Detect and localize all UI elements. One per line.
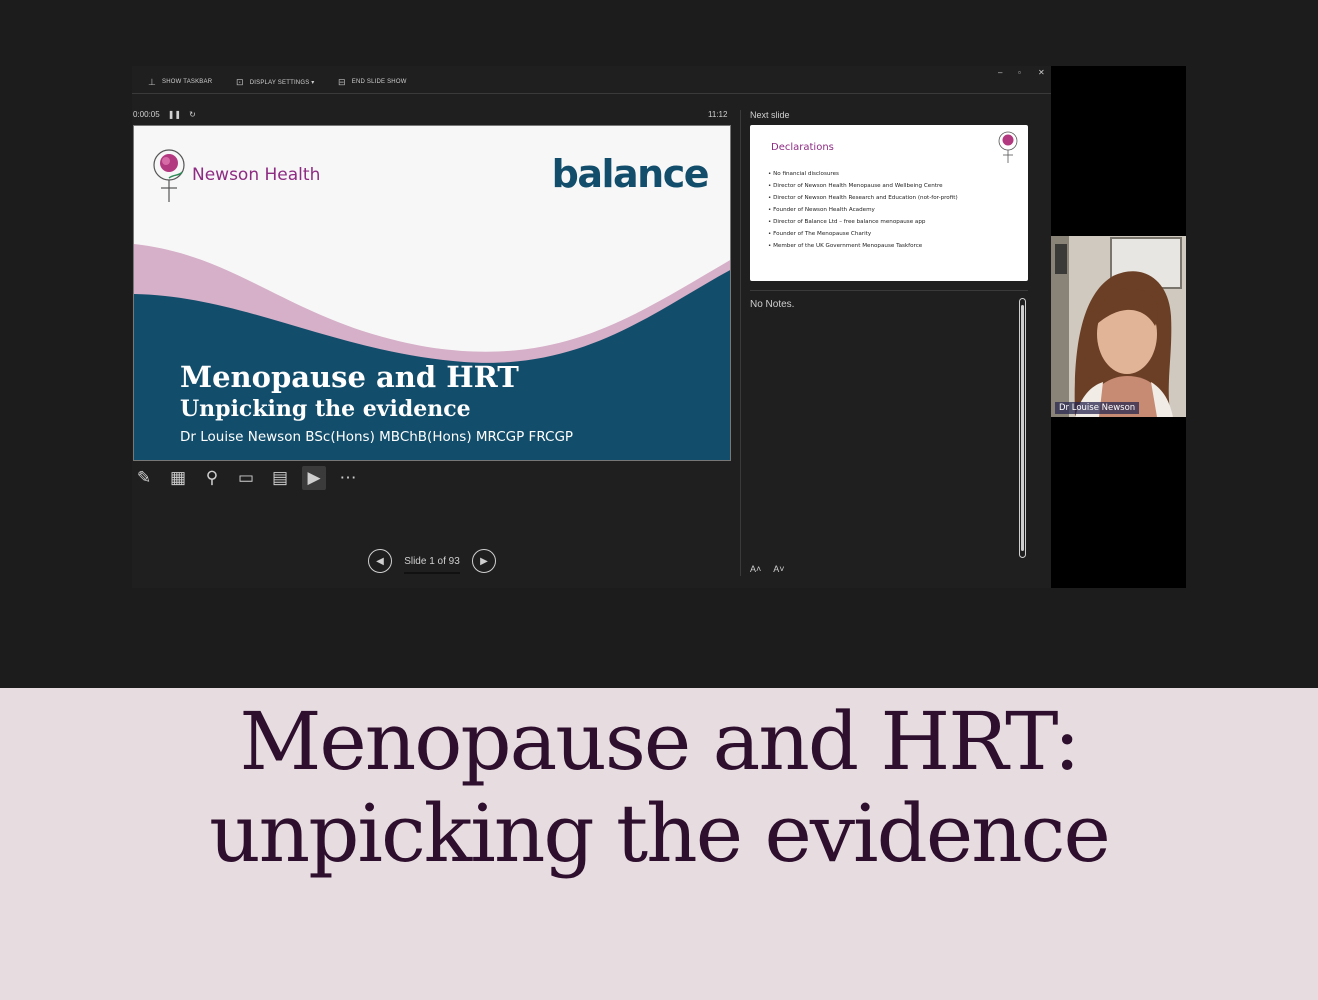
presenter-toolbar: ⊥ SHOW TASKBAR ⊡ DISPLAY SETTINGS ▾ ⊟ EN… bbox=[132, 66, 1052, 94]
zoom-icon[interactable]: ⚲ bbox=[200, 466, 224, 490]
minimize-icon[interactable]: – bbox=[998, 68, 1002, 77]
notes-scrollbar[interactable] bbox=[1019, 298, 1026, 558]
increase-font-icon[interactable]: A˄ bbox=[750, 564, 761, 574]
caption-band: Menopause and HRT: unpicking the evidenc… bbox=[0, 688, 1318, 1000]
rose-icon bbox=[998, 131, 1018, 163]
see-all-slides-icon[interactable]: ▦ bbox=[166, 466, 190, 490]
caption-line-2: unpicking the evidence bbox=[209, 787, 1111, 880]
current-slide: Newson Health balance Menopause and HRT … bbox=[133, 125, 731, 461]
speaker-notes: No Notes. bbox=[750, 299, 795, 310]
next-slide-title: Declarations bbox=[771, 142, 834, 153]
next-slide-label: Next slide bbox=[750, 110, 790, 120]
list-item: No financial disclosures bbox=[768, 168, 958, 180]
decrease-font-icon[interactable]: A˅ bbox=[773, 564, 784, 574]
more-options-icon[interactable]: ⋯ bbox=[336, 466, 360, 490]
taskbar-icon: ⊥ bbox=[148, 76, 157, 87]
screen-share-area: ⊥ SHOW TASKBAR ⊡ DISPLAY SETTINGS ▾ ⊟ EN… bbox=[0, 0, 1318, 688]
current-time: 11:12 bbox=[708, 110, 728, 119]
black-screen-icon[interactable]: ▭ bbox=[234, 466, 258, 490]
display-settings-icon: ⊡ bbox=[236, 76, 244, 87]
slide-author: Dr Louise Newson BSc(Hons) MBChB(Hons) M… bbox=[180, 429, 574, 445]
previous-slide-button[interactable]: ◀ bbox=[368, 549, 392, 573]
slide-counter: Slide 1 of 93 bbox=[402, 556, 462, 574]
end-slide-show-button[interactable]: ⊟ END SLIDE SHOW bbox=[338, 76, 407, 88]
pause-icon[interactable]: ❚❚ bbox=[168, 110, 181, 119]
restore-icon[interactable]: ▫ bbox=[1018, 68, 1021, 77]
list-item: Member of the UK Government Menopause Ta… bbox=[768, 240, 958, 252]
caption-title: Menopause and HRT: unpicking the evidenc… bbox=[0, 696, 1318, 880]
camera-icon[interactable]: ▶ bbox=[302, 466, 326, 490]
caption-line-1: Menopause and HRT: bbox=[239, 695, 1080, 788]
presenter-view: ⊥ SHOW TASKBAR ⊡ DISPLAY SETTINGS ▾ ⊟ EN… bbox=[132, 66, 1052, 588]
slide-subtitle: Unpicking the evidence bbox=[180, 396, 471, 422]
participant-video-image bbox=[1051, 236, 1186, 417]
timer: 0:00:05 ❚❚ ↻ bbox=[133, 110, 196, 119]
declarations-list: No financial disclosures Director of New… bbox=[768, 168, 958, 252]
subtitles-icon[interactable]: ▤ bbox=[268, 466, 292, 490]
display-settings-button[interactable]: ⊡ DISPLAY SETTINGS ▾ bbox=[236, 76, 315, 88]
slide-tools: ✎ ▦ ⚲ ▭ ▤ ▶ ⋯ bbox=[132, 466, 360, 490]
balance-logo: balance bbox=[551, 152, 710, 196]
pen-icon[interactable]: ✎ bbox=[132, 466, 156, 490]
slide-navigation: ◀ Slide 1 of 93 ▶ bbox=[368, 549, 496, 574]
pane-divider[interactable] bbox=[740, 110, 741, 576]
participant-video: Dr Louise Newson bbox=[1051, 236, 1186, 417]
camera-panel: Dr Louise Newson bbox=[1051, 66, 1186, 588]
list-item: Director of Newson Health Menopause and … bbox=[768, 180, 958, 192]
notes-divider[interactable] bbox=[750, 290, 1028, 291]
next-slide-preview[interactable]: Declarations No financial disclosures Di… bbox=[750, 125, 1028, 281]
participant-name: Dr Louise Newson bbox=[1055, 402, 1140, 414]
end-show-icon: ⊟ bbox=[338, 76, 346, 87]
list-item: Founder of The Menopause Charity bbox=[768, 228, 958, 240]
next-slide-button[interactable]: ▶ bbox=[472, 549, 496, 573]
notes-font-controls: A˄ A˅ bbox=[750, 564, 785, 574]
list-item: Director of Newson Health Research and E… bbox=[768, 192, 958, 204]
list-item: Director of Balance Ltd – free balance m… bbox=[768, 216, 958, 228]
slide-title: Menopause and HRT bbox=[180, 360, 519, 394]
restart-icon[interactable]: ↻ bbox=[189, 110, 196, 119]
show-taskbar-button[interactable]: ⊥ SHOW TASKBAR bbox=[148, 76, 212, 88]
rose-icon bbox=[153, 149, 185, 202]
list-item: Founder of Newson Health Academy bbox=[768, 204, 958, 216]
newson-health-logo: Newson Health bbox=[152, 148, 320, 202]
elapsed-time: 0:00:05 bbox=[133, 110, 160, 119]
close-icon[interactable]: ✕ bbox=[1038, 68, 1045, 77]
